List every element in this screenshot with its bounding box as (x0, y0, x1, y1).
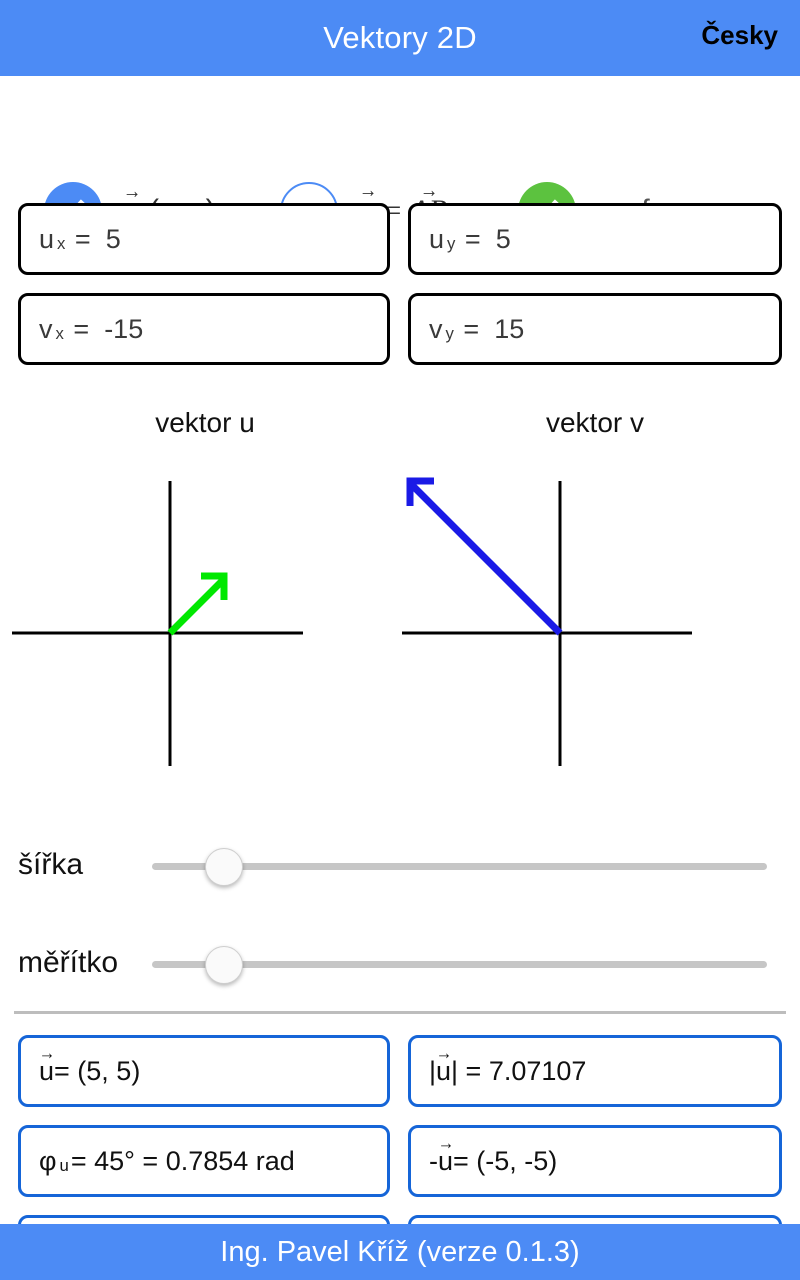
app-bar: Vektory 2D Česky (0, 0, 800, 76)
graph-title-v: vektor v (545, 407, 645, 438)
section-divider (14, 1011, 786, 1014)
input-vy-base: v (429, 313, 443, 344)
input-uy-value: 5 (495, 223, 511, 254)
page-title: Vektory 2D (323, 20, 477, 55)
slider-row-meritko: měřítko (0, 933, 800, 993)
slider-track-sirka[interactable] (152, 863, 767, 870)
input-vy-value: 15 (494, 313, 525, 344)
result-u-negated[interactable]: -u = (-5, -5) (408, 1125, 782, 1197)
result-u-angle-symbol: φ (39, 1145, 57, 1176)
input-vx[interactable]: vx = -15 (18, 293, 390, 365)
input-vy[interactable]: vy = 15 (408, 293, 782, 365)
result-u-components-text: = (5, 5) (54, 1055, 141, 1086)
input-ux-base: u (39, 223, 55, 254)
slider-thumb-sirka[interactable] (205, 848, 243, 886)
slider-label-meritko: měřítko (18, 946, 119, 979)
plot-u-vector (167, 572, 228, 636)
slider-track-meritko[interactable] (152, 961, 767, 968)
result-u-negated-text: = (-5, -5) (453, 1145, 558, 1176)
mode-options-row: u (x, y) u = AB graf (0, 76, 800, 240)
slider-row-sirka: šířka (0, 835, 800, 895)
input-uy-subscript: y (447, 234, 456, 254)
input-uy[interactable]: uy = 5 (408, 203, 782, 275)
input-vx-subscript: x (55, 324, 64, 344)
input-vy-equals: = (463, 313, 480, 344)
vector-arrow-result-neg-icon: u (438, 1147, 453, 1175)
footer-bar: Ing. Pavel Kříž (verze 0.1.3) (0, 1224, 800, 1280)
result-u-magnitude-text: | = 7.07107 (451, 1055, 587, 1086)
footer-text: Ing. Pavel Kříž (verze 0.1.3) (220, 1235, 580, 1268)
input-vx-equals: = (73, 313, 90, 344)
input-vy-subscript: y (445, 324, 454, 344)
input-ux-equals: = (74, 223, 91, 254)
input-vx-value: -15 (104, 313, 144, 344)
vector-arrow-result-mag-icon: u (436, 1057, 451, 1085)
plot-v-vector (406, 477, 563, 636)
language-button[interactable]: Česky (701, 20, 778, 51)
result-u-components[interactable]: u = (5, 5) (18, 1035, 390, 1107)
result-u-angle[interactable]: φu = 45° = 0.7854 rad (18, 1125, 390, 1197)
input-uy-base: u (429, 223, 445, 254)
slider-thumb-meritko[interactable] (205, 946, 243, 984)
input-ux-value: 5 (105, 223, 121, 254)
input-ux-subscript: x (57, 234, 66, 254)
result-u-angle-subscript: u (59, 1156, 69, 1176)
result-u-angle-rest: = 45° = 0.7854 rad (70, 1145, 295, 1176)
slider-label-sirka: šířka (18, 848, 84, 881)
vector-arrow-result-u-icon: u (39, 1057, 54, 1085)
app-root: Vektory 2D Česky u (x, y) u = AB graf ux… (0, 0, 800, 1280)
input-uy-equals: = (464, 223, 481, 254)
graph-title-u: vektor u (155, 407, 255, 438)
input-ux[interactable]: ux = 5 (18, 203, 390, 275)
vector-plots (12, 477, 692, 766)
plot-u-axes (12, 481, 303, 766)
result-u-negated-prefix: - (429, 1145, 438, 1176)
result-u-magnitude[interactable]: |u| = 7.07107 (408, 1035, 782, 1107)
input-vx-base: v (39, 313, 53, 344)
